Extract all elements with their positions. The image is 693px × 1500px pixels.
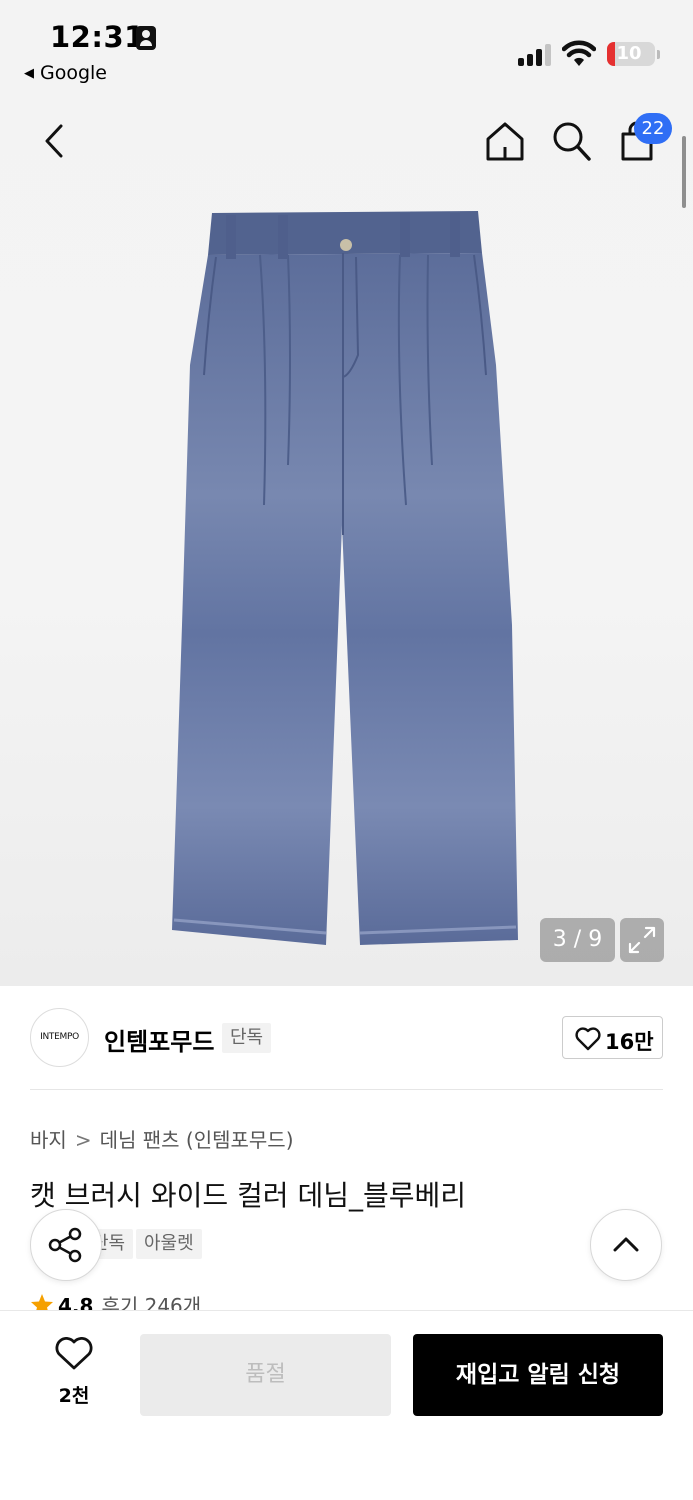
expand-icon xyxy=(628,926,656,954)
share-button[interactable] xyxy=(30,1209,102,1281)
scrollbar[interactable] xyxy=(682,136,686,208)
back-to-app-link[interactable]: ◀ Google xyxy=(24,62,107,84)
fullscreen-button[interactable] xyxy=(620,918,664,962)
brand-logo[interactable]: INTEMPO xyxy=(30,1008,89,1067)
cart-count-badge: 22 xyxy=(634,113,672,144)
share-icon xyxy=(48,1227,82,1263)
heart-icon xyxy=(55,1337,93,1370)
id-card-icon xyxy=(136,26,156,50)
search-icon xyxy=(553,122,591,161)
brand-section: INTEMPO 인템포무드 단독 16만 xyxy=(0,986,693,1090)
back-app-label: Google xyxy=(40,62,108,84)
brand-like-count: 16만 xyxy=(605,1030,654,1054)
signal-icon xyxy=(518,44,552,66)
battery-level: 10 xyxy=(616,43,642,64)
back-triangle-icon: ◀ xyxy=(24,66,34,81)
product-image xyxy=(172,211,518,945)
brand-name[interactable]: 인템포무드 xyxy=(104,1022,214,1057)
product-title: 캣 브러시 와이드 컬러 데님_블루베리 xyxy=(30,1179,467,1212)
product-tag-outlet: 아울렛 xyxy=(136,1229,202,1259)
restock-alert-button[interactable]: 재입고 알림 신청 xyxy=(413,1334,663,1416)
search-button[interactable] xyxy=(548,118,594,164)
chevron-up-icon xyxy=(613,1237,639,1252)
divider xyxy=(30,1089,663,1090)
bottom-action-bar: 2천 품절 재입고 알림 신청 xyxy=(0,1310,693,1500)
breadcrumb-subcategory[interactable]: 데님 팬츠 (인템포무드) xyxy=(100,1128,294,1152)
product-image-gallery[interactable]: 12:31 ◀ Google 10 22 3 / 9 xyxy=(0,0,693,986)
breadcrumb: 바지 > 데님 팬츠 (인템포무드) xyxy=(30,1124,294,1153)
back-button[interactable] xyxy=(34,120,74,162)
exclusive-tag: 단독 xyxy=(222,1023,272,1053)
home-button[interactable] xyxy=(482,118,528,164)
image-counter: 3 / 9 xyxy=(540,918,615,962)
brand-like-button[interactable]: 16만 xyxy=(562,1016,663,1059)
wishlist-button[interactable]: 2천 xyxy=(38,1337,110,1408)
breadcrumb-category[interactable]: 바지 xyxy=(30,1128,67,1152)
battery-icon: 10 xyxy=(607,42,660,66)
wishlist-count: 2천 xyxy=(58,1385,90,1407)
scroll-top-button[interactable] xyxy=(590,1209,662,1281)
home-icon xyxy=(486,122,524,161)
heart-icon xyxy=(575,1027,601,1051)
wifi-icon xyxy=(562,40,596,66)
chevron-right-icon: > xyxy=(74,1128,92,1152)
chevron-left-icon xyxy=(45,124,63,158)
status-time: 12:31 xyxy=(50,20,145,54)
soldout-button[interactable]: 품절 xyxy=(140,1334,391,1416)
